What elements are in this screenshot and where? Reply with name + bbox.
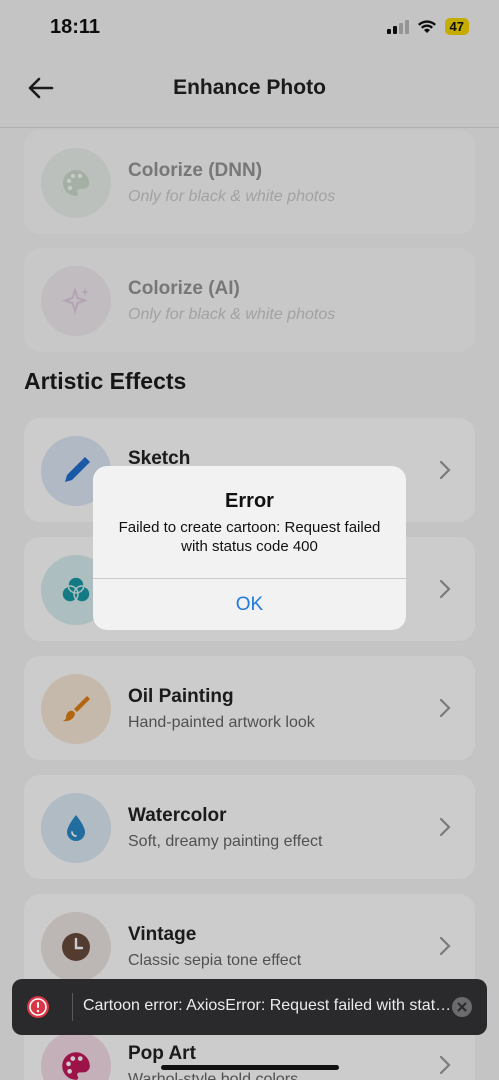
- error-toast[interactable]: Cartoon error: AxiosError: Request faile…: [12, 979, 487, 1035]
- alert-message: Failed to create cartoon: Request failed…: [118, 519, 381, 555]
- error-icon: [27, 996, 49, 1018]
- error-alert: Error Failed to create cartoon: Request …: [93, 466, 406, 630]
- toast-message: Cartoon error: AxiosError: Request faile…: [83, 997, 455, 1014]
- close-icon[interactable]: [451, 996, 473, 1018]
- toast-divider: [72, 993, 73, 1021]
- ok-button[interactable]: OK: [93, 579, 406, 630]
- alert-title: Error: [225, 490, 274, 512]
- home-indicator[interactable]: [161, 1065, 339, 1070]
